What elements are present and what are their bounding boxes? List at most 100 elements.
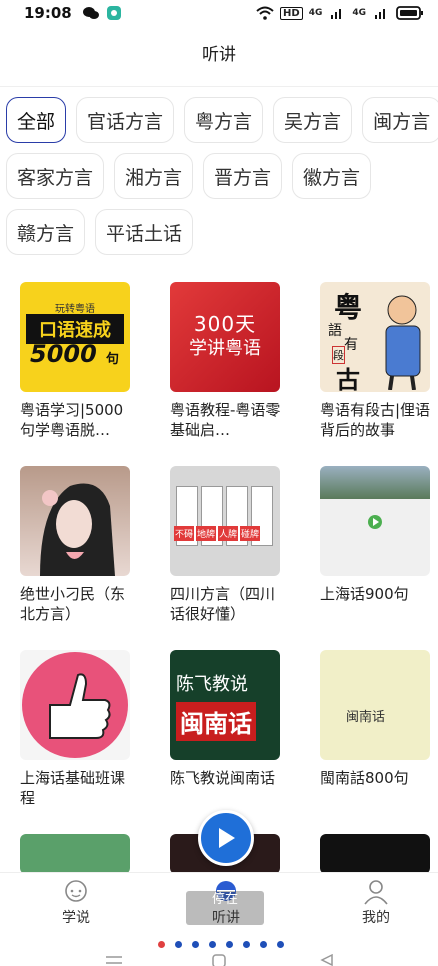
chip-mandarin[interactable]: 官话方言	[76, 97, 175, 143]
menu-icon[interactable]	[106, 954, 122, 966]
chip-pinghua[interactable]: 平话土话	[95, 209, 194, 255]
pager-dot	[243, 941, 250, 948]
course-cover	[20, 466, 130, 576]
course-card[interactable]: 粤 語 有 段 古 粤语有段古|俚语背后的故事	[320, 282, 432, 440]
course-title: 绝世小刁民（东北方言）	[20, 585, 126, 623]
signal-label-1: 4G	[308, 8, 323, 18]
course-card[interactable]	[320, 834, 432, 874]
hd-badge: HD	[280, 6, 303, 20]
course-title: 粤语学习|5000句学粤语脱…	[20, 401, 124, 439]
wechat-icon	[82, 7, 99, 19]
course-title: 閩南話800句	[320, 769, 409, 787]
chip-min[interactable]: 闽方言	[362, 97, 438, 143]
cover-text: 古	[336, 366, 360, 392]
wifi-icon	[256, 6, 274, 20]
chip-hui[interactable]: 徽方言	[292, 153, 372, 199]
course-cover: 300天 学讲粤语	[170, 282, 280, 392]
signal-icon	[375, 9, 385, 19]
tile-labels: 不碍 地牌 人牌 碰牌	[174, 526, 261, 541]
back-icon[interactable]	[320, 954, 334, 966]
chip-row: 客家方言 湘方言 晋方言 徽方言	[6, 153, 438, 199]
course-title: 四川方言（四川话很好懂）	[170, 585, 276, 623]
page-title: 听讲	[202, 45, 236, 65]
course-card[interactable]: 300天 学讲粤语 粤语教程-粤语零基础启…	[170, 282, 282, 440]
pager-dot	[226, 941, 233, 948]
pager-dots	[158, 941, 284, 948]
tab-learn-speak[interactable]: 学说	[36, 879, 116, 927]
floating-play-button[interactable]	[198, 810, 254, 866]
tile-label: 碰牌	[240, 526, 261, 541]
course-card[interactable]: 陈飞教说 闽南话 陈飞教说闽南话	[170, 650, 282, 788]
course-card[interactable]: 闽南话 閩南話800句	[320, 650, 432, 788]
course-title: 上海话900句	[320, 585, 409, 603]
chip-gan[interactable]: 赣方言	[6, 209, 86, 255]
chip-row: 赣方言 平话土话	[6, 209, 438, 255]
person-icon	[364, 880, 388, 905]
course-title: 粤语有段古|俚语背后的故事	[320, 401, 431, 439]
chip-row: 全部 官话方言 粤方言 吴方言 闽方言	[6, 97, 438, 143]
chip-jin[interactable]: 晋方言	[203, 153, 283, 199]
chip-all[interactable]: 全部	[6, 97, 67, 143]
course-cover: 玩转粤语 口语速成 5000 句	[20, 282, 130, 392]
pager-dot	[192, 941, 199, 948]
course-cover	[320, 834, 430, 874]
course-card[interactable]: 不碍 地牌 人牌 碰牌 四川方言（四川话很好懂）	[170, 466, 282, 624]
chip-wu[interactable]: 吴方言	[273, 97, 353, 143]
pager-dot	[158, 941, 165, 948]
cover-text: 学讲粤语	[189, 338, 261, 359]
cover-text: 玩转粤语	[55, 304, 95, 315]
course-card[interactable]: 上海话900句	[320, 466, 432, 604]
cover-text: 闽南话	[176, 702, 256, 741]
bottom-tab-bar: 学说 听讲 停在 我的	[0, 872, 438, 934]
chip-xiang[interactable]: 湘方言	[114, 153, 194, 199]
thumbs-up-icon	[22, 652, 128, 758]
play-circle-icon	[368, 515, 382, 529]
tab-label: 我的	[362, 910, 390, 926]
cover-text: 有	[344, 337, 358, 353]
course-cover: 闽南话	[320, 650, 430, 760]
status-time: 19:08	[24, 4, 72, 22]
course-card[interactable]: 玩转粤语 口语速成 5000 句 粤语学习|5000句学粤语脱…	[20, 282, 132, 440]
tab-overlay: 停在	[186, 891, 264, 925]
tab-overlay-label: 停在	[211, 892, 238, 907]
course-cover	[20, 834, 130, 874]
course-title: 粤语教程-粤语零基础启…	[170, 401, 281, 439]
course-cover: 不碍 地牌 人牌 碰牌	[170, 466, 280, 576]
tile-label: 不碍	[174, 526, 195, 541]
tab-mine[interactable]: 我的	[336, 879, 416, 927]
pager-dot	[277, 941, 284, 948]
home-icon[interactable]	[212, 954, 226, 966]
tile-label: 人牌	[218, 526, 239, 541]
cover-text: 闽南话	[346, 710, 386, 725]
app-notification-icon	[106, 6, 121, 20]
status-bar: 19:08 HD 4G 4G	[0, 0, 438, 26]
signal-icon	[331, 9, 342, 19]
battery-icon	[396, 6, 423, 20]
pager-dot	[260, 941, 267, 948]
cartoon-figure-icon	[385, 295, 421, 390]
tile-label: 地牌	[196, 526, 217, 541]
course-title: 陈飞教说闽南话	[170, 769, 276, 787]
course-cover: 粤 語 有 段 古	[320, 282, 430, 392]
chip-hakka[interactable]: 客家方言	[6, 153, 105, 199]
course-title: 上海话基础班课程	[20, 769, 126, 807]
cover-text: 語	[328, 323, 342, 339]
course-card[interactable]: 上海话基础班课程	[20, 650, 132, 808]
course-cover: 陈飞教说 闽南话	[170, 650, 280, 760]
cover-text: 句	[106, 352, 120, 367]
header-divider	[0, 86, 438, 87]
course-card[interactable]: 绝世小刁民（东北方言）	[20, 466, 132, 624]
category-filter: 全部 官话方言 粤方言 吴方言 闽方言 客家方言 湘方言 晋方言 徽方言 赣方言…	[6, 97, 438, 265]
pager-dot	[209, 941, 216, 948]
system-nav-bar	[0, 952, 438, 966]
tab-label: 学说	[62, 910, 90, 926]
play-icon	[219, 828, 235, 848]
chip-cantonese[interactable]: 粤方言	[184, 97, 264, 143]
course-cover	[320, 466, 430, 576]
course-cover	[20, 650, 130, 760]
cover-text: 300天	[193, 312, 257, 336]
chat-bubble-icon	[65, 880, 87, 902]
pager-dot	[175, 941, 182, 948]
course-card[interactable]	[20, 834, 132, 874]
signal-label-2: 4G	[352, 8, 366, 18]
